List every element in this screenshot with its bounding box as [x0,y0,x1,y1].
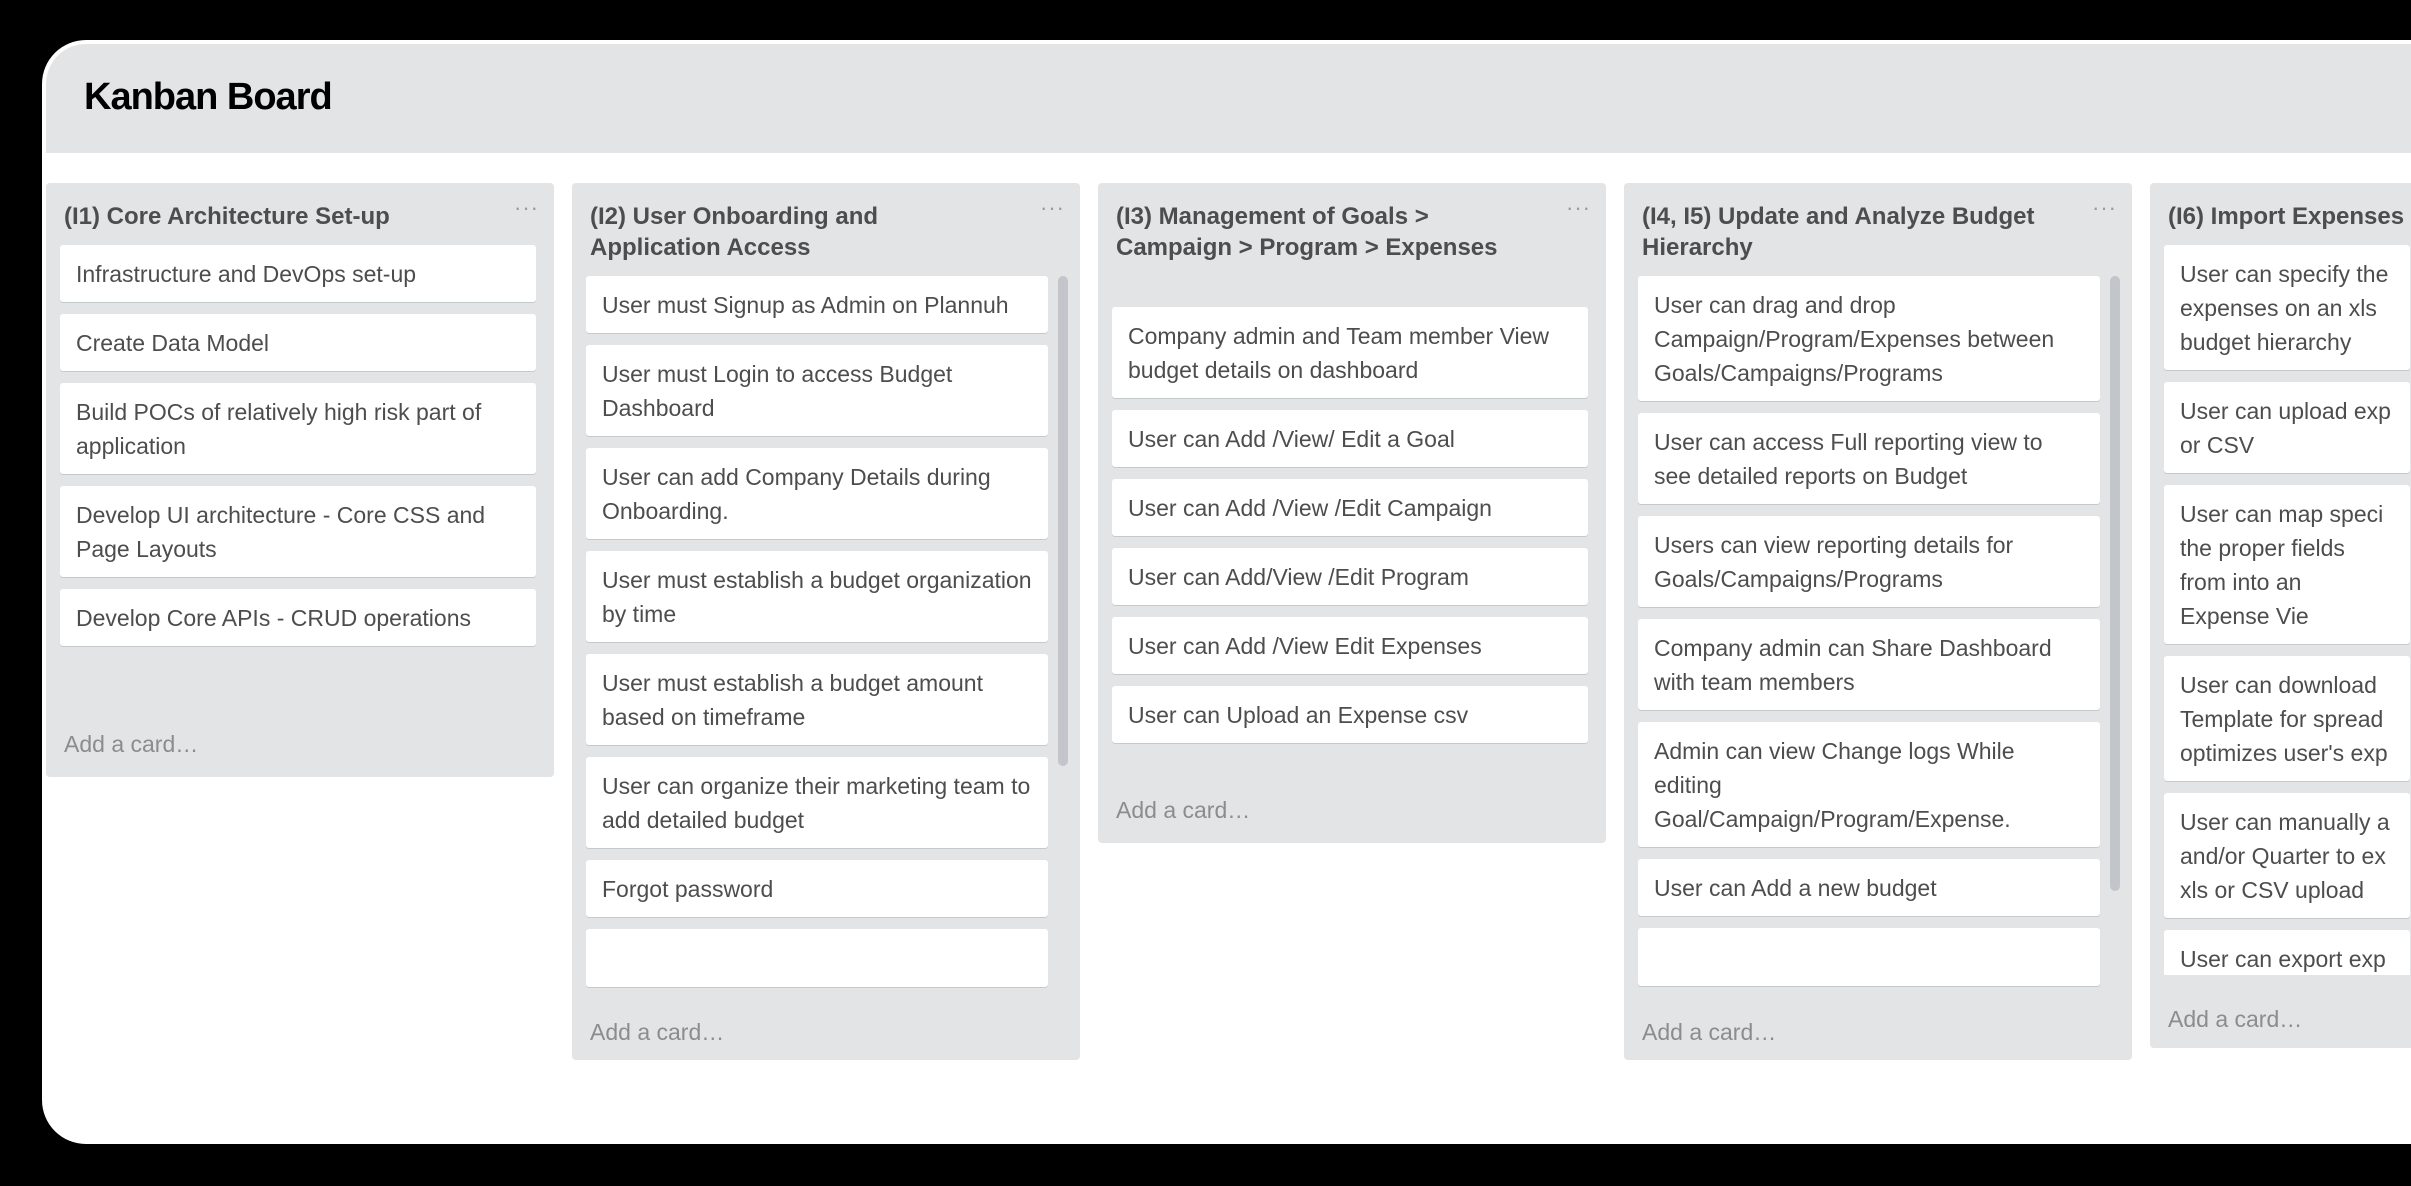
card[interactable]: Users can view reporting details for Goa… [1638,516,2100,607]
card[interactable]: User can drag and drop Campaign/Program/… [1638,276,2100,401]
card[interactable]: User can Upload an Expense csv [1112,686,1588,743]
card[interactable]: User can access Full reporting view to s… [1638,413,2100,504]
card[interactable]: Admin can view Change logs While editing… [1638,722,2100,847]
list-scrollbar[interactable] [1058,276,1068,766]
card[interactable]: Forgot password [586,860,1048,917]
card[interactable]: User can Add /View/ Edit a Goal [1112,410,1588,467]
add-card-link[interactable]: Add a card… [64,729,198,759]
card[interactable]: User can map speci the proper fields fro… [2164,485,2410,644]
card[interactable]: User must establish a budget organizatio… [586,551,1048,642]
card[interactable]: Develop UI architecture - Core CSS and P… [60,486,536,577]
board-title: Kanban Board [84,76,333,118]
list-column-i1: (I1) Core Architecture Set-up ··· Infras… [46,183,554,777]
card[interactable]: User can Add /View /Edit Campaign [1112,479,1588,536]
card[interactable]: User can add Company Details during Onbo… [586,448,1048,539]
list-column-i4-i5: (I4, I5) Update and Analyze Budget Hiera… [1624,183,2132,1060]
card[interactable]: Develop Core APIs - CRUD operations [60,589,536,646]
card-list: User can drag and drop Campaign/Program/… [1638,276,2100,994]
list-column-i2: (I2) User Onboarding and Application Acc… [572,183,1080,1060]
list-menu-icon[interactable]: ··· [1566,197,1591,219]
list-column-i6: (I6) Import Expenses User can specify th… [2150,183,2411,1048]
card[interactable]: Create Data Model [60,314,536,371]
card[interactable]: User must establish a budget amount base… [586,654,1048,745]
card-list: Infrastructure and DevOps set-up Create … [60,245,536,705]
add-card-link[interactable]: Add a card… [1642,1017,1776,1047]
card[interactable]: User must Signup as Admin on Plannuh [586,276,1048,333]
card[interactable]: User can upload exp or CSV [2164,382,2410,473]
card[interactable] [1638,928,2100,986]
card[interactable]: User can Add/View /Edit Program [1112,548,1588,605]
card-list: User must Signup as Admin on Plannuh Use… [586,276,1048,994]
card[interactable]: Company admin can Share Dashboard with t… [1638,619,2100,710]
card[interactable]: User can Add /View Edit Expenses [1112,617,1588,674]
add-card-link[interactable]: Add a card… [2168,1004,2302,1034]
card[interactable] [586,929,1048,987]
device-frame: Kanban Board (I1) Core Architecture Set-… [0,0,2411,1186]
card[interactable]: User must Login to access Budget Dashboa… [586,345,1048,436]
list-title: (I3) Management of Goals > Campaign > Pr… [1116,203,1498,261]
card[interactable]: User can specify the expenses on an xls … [2164,245,2410,370]
card[interactable]: Infrastructure and DevOps set-up [60,245,536,302]
card[interactable]: User can export exp [2164,930,2410,975]
board-header: Kanban Board [46,44,2411,153]
card-list: User can specify the expenses on an xls … [2164,245,2411,975]
card[interactable]: User can organize their marketing team t… [586,757,1048,848]
list-menu-icon[interactable]: ··· [2092,197,2117,219]
list-scrollbar[interactable] [2110,276,2120,891]
list-title: (I4, I5) Update and Analyze Budget Hiera… [1642,203,2035,261]
card[interactable]: User can download Template for spread op… [2164,656,2410,781]
card[interactable]: Build POCs of relatively high risk part … [60,383,536,474]
add-card-link[interactable]: Add a card… [590,1017,724,1047]
list-menu-icon[interactable]: ··· [1040,197,1065,219]
card[interactable]: Company admin and Team member View budge… [1112,307,1588,398]
list-title: (I6) Import Expenses [2168,203,2405,230]
list-column-i3: (I3) Management of Goals > Campaign > Pr… [1098,183,1606,843]
app-screen: Kanban Board (I1) Core Architecture Set-… [42,40,2411,1144]
list-title: (I2) User Onboarding and Application Acc… [590,203,879,261]
card[interactable]: User can Add a new budget [1638,859,2100,916]
card-list: Company admin and Team member View budge… [1112,307,1588,777]
card[interactable]: User can manually a and/or Quarter to ex… [2164,793,2410,918]
list-title: (I1) Core Architecture Set-up [64,203,390,230]
add-card-link[interactable]: Add a card… [1116,795,1250,825]
list-menu-icon[interactable]: ··· [514,197,539,219]
